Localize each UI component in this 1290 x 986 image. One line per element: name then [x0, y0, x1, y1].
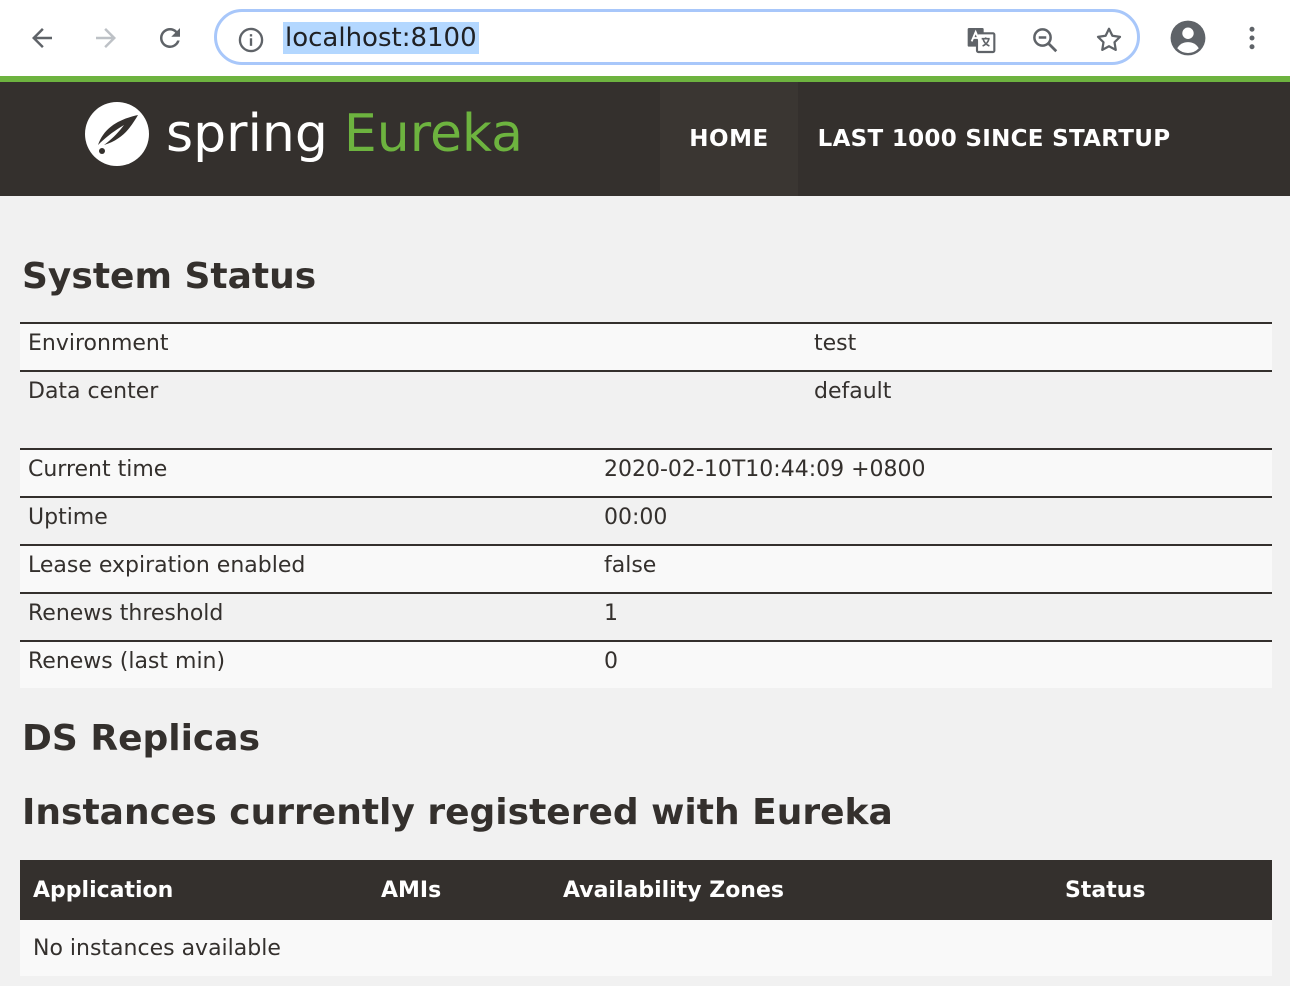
site-info-button[interactable]: [235, 24, 267, 56]
status-value: 0: [596, 640, 1272, 688]
status-label: Lease expiration enabled: [20, 544, 596, 593]
arrow-right-icon: [96, 28, 116, 48]
arrow-left-icon: [32, 28, 52, 48]
reload-icon: [159, 27, 180, 48]
column-header-application: Application: [20, 860, 368, 920]
status-table-details: Current time 2020-02-10T10:44:09 +0800 U…: [20, 448, 1272, 688]
table-row: Uptime 00:00: [20, 496, 1272, 545]
logo-spring-text: spring: [166, 104, 328, 164]
status-label: Data center: [20, 370, 806, 418]
system-status-title: System Status: [22, 256, 317, 297]
profile-button[interactable]: [1168, 18, 1208, 58]
table-row: Current time 2020-02-10T10:44:09 +0800: [20, 448, 1272, 497]
star-icon: [1096, 27, 1122, 51]
translate-icon: [967, 28, 996, 54]
table-row: Renews (last min) 0: [20, 640, 1272, 688]
forward-button[interactable]: [86, 18, 126, 58]
table-row: No instances available: [20, 920, 1272, 976]
url-text[interactable]: localhost:8100: [283, 22, 479, 54]
spring-eureka-logo[interactable]: spring Eureka: [82, 98, 523, 170]
address-bar[interactable]: localhost:8100: [214, 9, 1140, 65]
nav-last-1000[interactable]: LAST 1000 SINCE STARTUP: [814, 82, 1174, 196]
column-header-availability-zones: Availability Zones: [550, 860, 1052, 920]
translate-button[interactable]: [965, 24, 997, 56]
table-row: Data center default: [20, 370, 1272, 418]
status-value: test: [806, 322, 1272, 371]
empty-message: No instances available: [20, 920, 1272, 976]
status-value: 1: [596, 592, 1272, 641]
table-row: Lease expiration enabled false: [20, 544, 1272, 593]
status-value: default: [806, 370, 1272, 418]
bookmark-button[interactable]: [1093, 24, 1125, 56]
table-row: Environment test: [20, 322, 1272, 371]
column-header-status: Status: [1052, 860, 1272, 920]
instances-table: Application AMIs Availability Zones Stat…: [20, 860, 1272, 976]
status-value: 2020-02-10T10:44:09 +0800: [596, 448, 1272, 497]
instances-title: Instances currently registered with Eure…: [22, 792, 893, 833]
info-icon: [238, 27, 264, 53]
status-label: Environment: [20, 322, 806, 371]
browser-menu-button[interactable]: [1232, 18, 1272, 58]
nav-home[interactable]: HOME: [660, 82, 798, 196]
zoom-button[interactable]: [1029, 24, 1061, 56]
status-value: 00:00: [596, 496, 1272, 545]
kebab-menu-icon: [1249, 26, 1255, 50]
status-label: Renews threshold: [20, 592, 596, 641]
logo-eureka-text: Eureka: [343, 104, 523, 164]
status-label: Current time: [20, 448, 596, 497]
zoom-out-icon: [1033, 28, 1058, 53]
browser-toolbar: localhost:8100: [0, 0, 1290, 76]
status-label: Renews (last min): [20, 640, 596, 688]
app-header: spring Eureka HOME LAST 1000 SINCE START…: [0, 82, 1290, 196]
column-header-amis: AMIs: [368, 860, 550, 920]
table-row: Renews threshold 1: [20, 592, 1272, 641]
status-label: Uptime: [20, 496, 596, 545]
account-icon: [1170, 20, 1206, 56]
back-button[interactable]: [22, 18, 62, 58]
status-table-general: Environment test Data center default: [20, 322, 1272, 418]
ds-replicas-title: DS Replicas: [22, 718, 260, 759]
status-value: false: [596, 544, 1272, 593]
spring-leaf-icon: [85, 102, 149, 166]
table-header-row: Application AMIs Availability Zones Stat…: [20, 860, 1272, 920]
reload-button[interactable]: [150, 18, 190, 58]
